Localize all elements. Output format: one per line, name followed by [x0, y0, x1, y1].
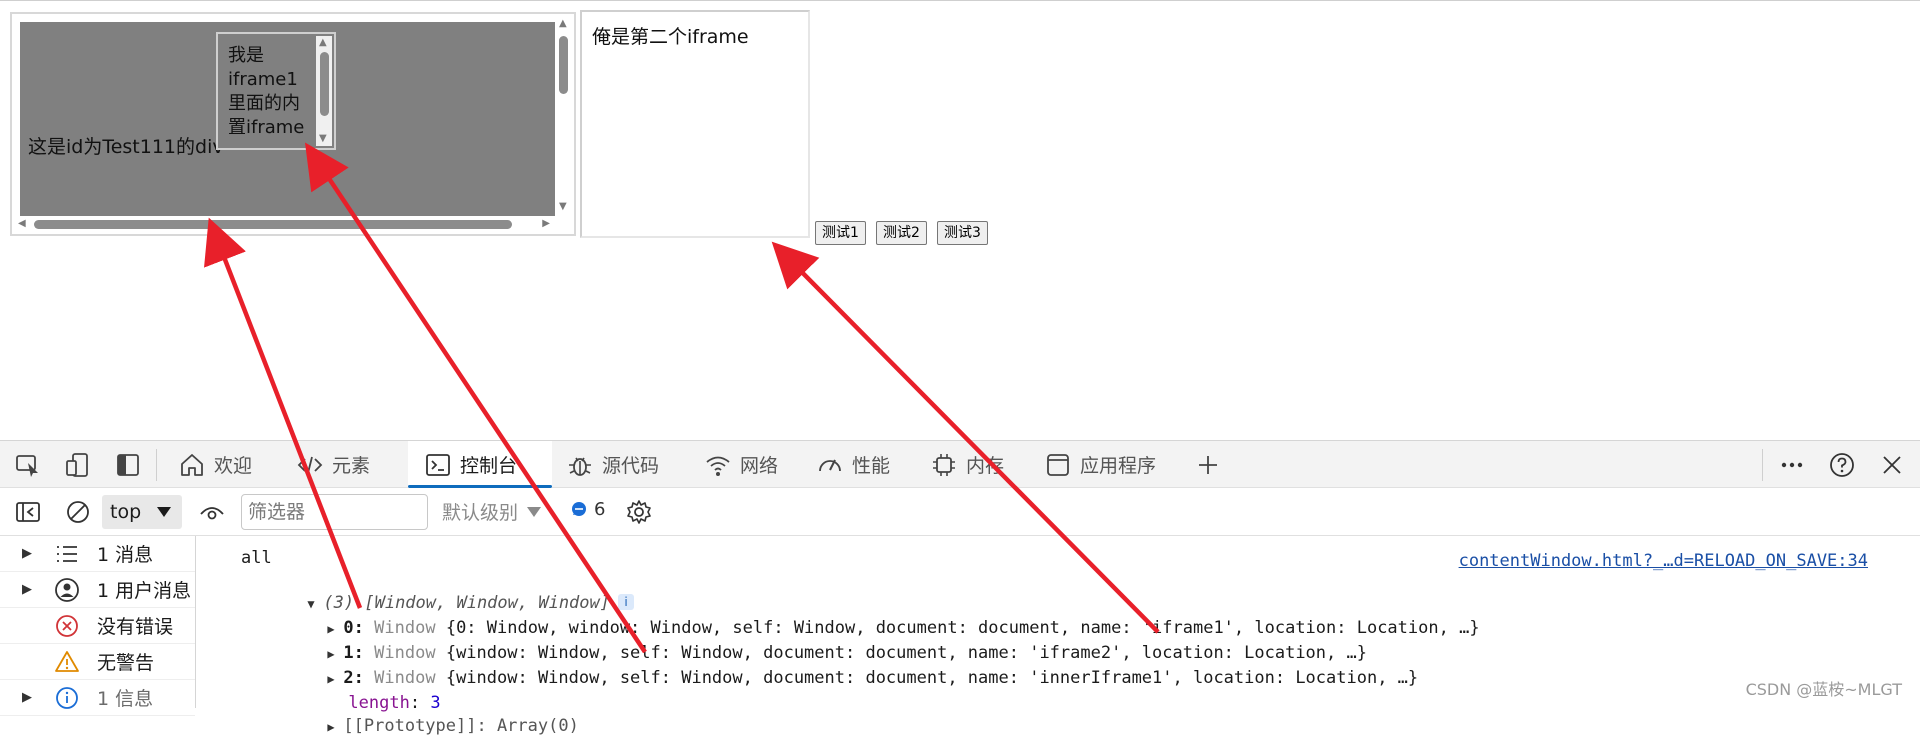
test3-button[interactable]: 测试3: [937, 221, 988, 245]
close-icon[interactable]: [1878, 451, 1906, 479]
scroll-thumb[interactable]: [34, 220, 512, 229]
inner-iframe-text: 我是iframe1里面的内置iframe: [228, 45, 305, 138]
settings-gear-icon[interactable]: [625, 498, 653, 526]
list-icon: [57, 545, 77, 562]
console-output: contentWindow.html?_…d=RELOAD_ON_SAVE:34…: [196, 536, 1920, 736]
tab-elements[interactable]: 元素: [296, 441, 406, 488]
scroll-down-arrow-icon[interactable]: ▼: [559, 202, 567, 212]
tab-sources[interactable]: 源代码: [566, 441, 696, 488]
iframe1-horizontal-scrollbar[interactable]: ◀ ▶: [14, 216, 556, 232]
iframe2[interactable]: 俺是第二个iframe: [580, 10, 810, 238]
test1-button[interactable]: 测试1: [815, 221, 866, 245]
scroll-down-arrow-icon[interactable]: ▼: [319, 134, 327, 144]
test111-div-text: 这是id为Test111的div: [28, 136, 224, 158]
clear-console-icon[interactable]: [64, 498, 92, 526]
user-icon: [55, 577, 79, 602]
console-sidebar: ▶ 1 消息 ▶ 1 用户消息 没有错误 无警告 ▶ 1 信息: [0, 536, 196, 716]
add-tab-plus-icon[interactable]: [1194, 451, 1222, 479]
inner-iframe[interactable]: 我是iframe1里面的内置iframe ▲ ▼: [216, 32, 336, 150]
iframe1-body: 这是id为Test111的div 我是iframe1里面的内置iframe ▲ …: [20, 22, 557, 220]
more-options-icon[interactable]: [1778, 451, 1806, 479]
watermark: CSDN @蓝桉~MLGT: [1745, 680, 1902, 699]
source-link[interactable]: contentWindow.html?_…d=RELOAD_ON_SAVE:34: [1459, 551, 1868, 571]
prototype-row[interactable]: ▶ [[Prototype]]: Array(0): [266, 696, 578, 756]
tab-console[interactable]: 控制台: [408, 441, 552, 488]
scroll-thumb[interactable]: [320, 52, 329, 116]
toolbar-divider: [1762, 449, 1763, 481]
expand-triangle-icon[interactable]: ▶: [22, 690, 32, 705]
show-sidebar-icon[interactable]: [14, 498, 42, 526]
toolbar-divider: [156, 449, 157, 481]
tab-performance[interactable]: 性能: [816, 441, 916, 488]
scroll-up-arrow-icon[interactable]: ▲: [319, 38, 327, 48]
tab-application[interactable]: 应用程序: [1044, 441, 1174, 488]
chip-icon: [933, 453, 955, 476]
tab-memory[interactable]: 内存: [930, 441, 1030, 488]
sidebar-item-info[interactable]: ▶ 1 信息: [0, 680, 195, 716]
inspect-element-icon[interactable]: [14, 451, 42, 479]
iframe1[interactable]: 这是id为Test111的div 我是iframe1里面的内置iframe ▲ …: [10, 12, 576, 236]
scroll-thumb[interactable]: [559, 36, 568, 94]
code-brackets-icon: [297, 456, 323, 473]
filter-input[interactable]: [241, 494, 428, 530]
info-icon: [56, 686, 78, 709]
chevron-down-icon: [157, 507, 171, 517]
devtools-panel: 欢迎 元素 控制台 源代码 网络 性能 内存 应用程序 top 筛选器 默认级别…: [0, 440, 1920, 736]
dock-side-icon[interactable]: [114, 451, 142, 479]
bug-icon: [569, 457, 591, 476]
log-text: all: [241, 548, 272, 568]
warning-icon: [55, 650, 79, 672]
chevron-down-icon: [527, 506, 542, 517]
expand-triangle-icon[interactable]: ▶: [327, 720, 343, 734]
inner-iframe-scrollbar[interactable]: ▲ ▼: [316, 36, 332, 146]
expand-triangle-icon[interactable]: ▶: [22, 582, 32, 597]
sidebar-item-warnings[interactable]: 无警告: [0, 644, 195, 680]
log-levels-dropdown[interactable]: 默认级别: [442, 498, 542, 525]
issues-counter[interactable]: 6: [570, 499, 605, 520]
iframe1-vertical-scrollbar[interactable]: ▲ ▼: [555, 16, 572, 234]
scroll-up-arrow-icon[interactable]: ▲: [559, 19, 567, 29]
sidebar-item-errors[interactable]: 没有错误: [0, 608, 195, 644]
home-icon: [181, 453, 203, 476]
device-emulation-icon[interactable]: [64, 451, 92, 479]
error-circle-icon: [56, 614, 78, 637]
devtools-tab-bar: 欢迎 元素 控制台 源代码 网络 性能 内存 应用程序: [0, 440, 1920, 488]
wifi-icon: [706, 456, 730, 476]
test2-button[interactable]: 测试2: [876, 221, 927, 245]
message-bubble-icon: [572, 501, 586, 516]
sidebar-item-messages[interactable]: ▶ 1 消息: [0, 536, 195, 572]
sidebar-item-user-messages[interactable]: ▶ 1 用户消息: [0, 572, 195, 608]
scroll-left-arrow-icon[interactable]: ◀: [18, 219, 26, 229]
scroll-right-arrow-icon[interactable]: ▶: [542, 219, 550, 229]
expand-triangle-icon[interactable]: ▶: [22, 546, 32, 561]
iframe2-text: 俺是第二个iframe: [592, 26, 749, 48]
help-icon[interactable]: [1828, 451, 1856, 479]
tab-welcome[interactable]: 欢迎: [178, 441, 288, 488]
context-selector[interactable]: top: [102, 495, 182, 529]
console-toolbar: top 默认级别 6: [0, 488, 1920, 536]
app-window-icon: [1047, 453, 1069, 476]
tab-network[interactable]: 网络: [704, 441, 804, 488]
page-top-rule: [0, 0, 1920, 1]
live-expression-eye-icon[interactable]: [198, 498, 226, 526]
gauge-icon: [819, 459, 841, 471]
console-icon: [426, 453, 450, 476]
